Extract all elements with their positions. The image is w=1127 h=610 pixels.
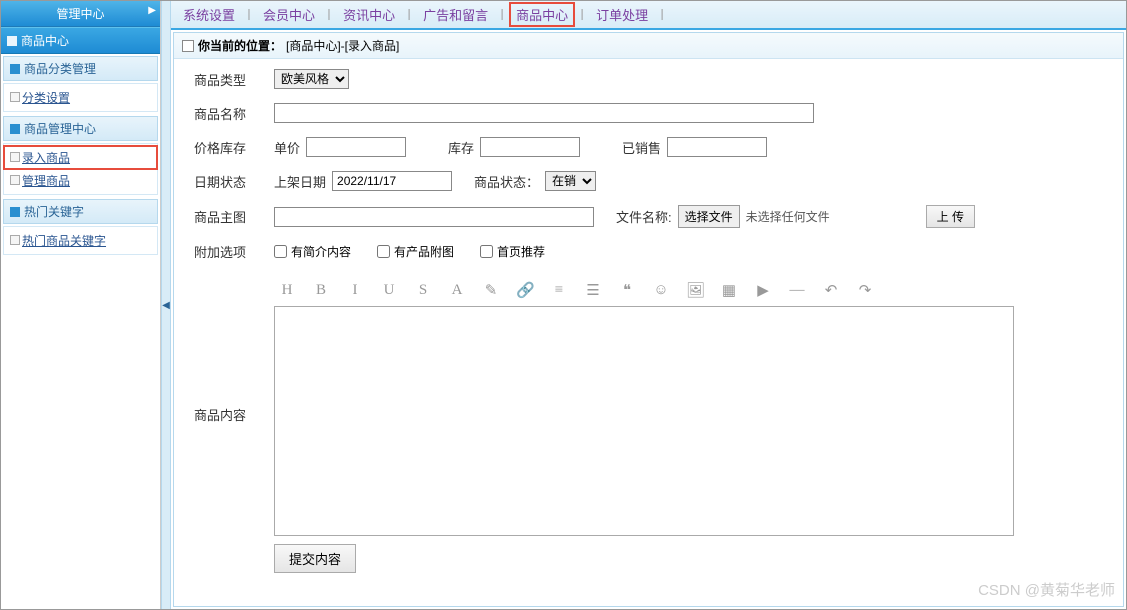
editor-tool-button[interactable]: 🔗 xyxy=(516,281,534,300)
select-status[interactable]: 在销 xyxy=(545,171,596,191)
editor-tool-button[interactable]: U xyxy=(380,282,398,299)
nav-item[interactable]: 订单处理 xyxy=(592,5,652,24)
editor-tool-button[interactable]: ☺ xyxy=(652,282,670,299)
nav-item[interactable]: 商品中心 xyxy=(512,5,572,24)
cb-intro[interactable] xyxy=(274,245,287,258)
editor-tool-button[interactable]: B xyxy=(312,282,330,299)
sidebar-group-header[interactable]: 商品分类管理 xyxy=(3,56,158,81)
sidebar-section-title[interactable]: 商品中心 xyxy=(1,27,160,54)
input-price[interactable] xyxy=(306,137,406,157)
breadcrumb: 你当前的位置： [商品中心]-[录入商品] xyxy=(174,33,1123,59)
label-onshelf: 上架日期 xyxy=(274,172,326,191)
label-sold: 已销售 xyxy=(622,138,661,157)
label-status: 商品状态： xyxy=(474,172,539,191)
nav-separator: 丨 xyxy=(656,6,668,23)
label-content: 商品内容 xyxy=(194,405,274,424)
nav-separator: 丨 xyxy=(243,6,255,23)
sidebar-title: 管理中心 xyxy=(56,7,104,21)
content-wrap: 你当前的位置： [商品中心]-[录入商品] 商品类型 欧美风格 商品名称 xyxy=(173,32,1124,607)
file-status-text: 未选择任何文件 xyxy=(746,208,830,225)
input-sold[interactable] xyxy=(667,137,767,157)
sidebar-item[interactable]: 分类设置 xyxy=(4,86,157,109)
cb-home-label: 首页推荐 xyxy=(497,243,545,260)
top-nav: 系统设置丨会员中心丨资讯中心丨广告和留言丨商品中心丨订单处理丨 xyxy=(171,1,1126,30)
editor-tool-button[interactable]: I xyxy=(346,282,364,299)
label-file-name: 文件名称: xyxy=(616,207,672,226)
grid-icon xyxy=(7,36,17,46)
input-stock[interactable] xyxy=(480,137,580,157)
section-label: 商品中心 xyxy=(21,32,69,49)
editor-tool-button[interactable]: H xyxy=(278,282,296,299)
label-stock: 库存 xyxy=(448,138,474,157)
nav-item[interactable]: 会员中心 xyxy=(259,5,319,24)
main-area: 系统设置丨会员中心丨资讯中心丨广告和留言丨商品中心丨订单处理丨 你当前的位置： … xyxy=(171,1,1126,609)
square-icon xyxy=(10,124,20,134)
editor-tool-button[interactable]: ↶ xyxy=(822,281,840,300)
editor-tool-button[interactable]: ≡ xyxy=(550,282,568,299)
editor-tool-button[interactable]: S xyxy=(414,282,432,299)
label-date-status: 日期状态 xyxy=(194,172,274,191)
label-product-name: 商品名称 xyxy=(194,104,274,123)
square-icon xyxy=(10,64,20,74)
breadcrumb-path: [商品中心]-[录入商品] xyxy=(286,37,399,54)
nav-separator: 丨 xyxy=(576,6,588,23)
editor-tool-button[interactable]: ▶ xyxy=(754,281,772,300)
group-title: 热门关键字 xyxy=(24,203,84,220)
group-title: 商品分类管理 xyxy=(24,60,96,77)
breadcrumb-prefix: 你当前的位置： xyxy=(198,37,282,54)
nav-item[interactable]: 广告和留言 xyxy=(419,5,492,24)
collapse-bar[interactable]: ◀ xyxy=(161,1,171,609)
label-price-stock: 价格库存 xyxy=(194,138,274,157)
cb-intro-wrap[interactable]: 有简介内容 xyxy=(274,243,351,260)
editor-tool-button[interactable]: ❝ xyxy=(618,281,636,300)
sidebar-item[interactable]: 管理商品 xyxy=(4,169,157,192)
input-onshelf-date[interactable] xyxy=(332,171,452,191)
nav-separator: 丨 xyxy=(323,6,335,23)
sidebar: 管理中心 ▶ 商品中心 商品分类管理分类设置商品管理中心录入商品管理商品热门关键… xyxy=(1,1,161,609)
label-main-image: 商品主图 xyxy=(194,207,274,226)
cb-attach-label: 有产品附图 xyxy=(394,243,454,260)
nav-item[interactable]: 系统设置 xyxy=(179,5,239,24)
sidebar-header: 管理中心 ▶ xyxy=(1,1,160,27)
editor-tool-button[interactable]: — xyxy=(788,282,806,299)
nav-separator: 丨 xyxy=(496,6,508,23)
label-price: 单价 xyxy=(274,138,300,157)
cb-home[interactable] xyxy=(480,245,493,258)
cb-attach-wrap[interactable]: 有产品附图 xyxy=(377,243,454,260)
editor-toolbar: HBIUSA ✎ 🔗 ≡ ☰ ❝ ☺ 🖼 ▦ ▶ — ↶ ↷ xyxy=(274,275,1014,306)
sidebar-item[interactable]: 录入商品 xyxy=(4,146,157,169)
sidebar-group-header[interactable]: 热门关键字 xyxy=(3,199,158,224)
input-product-name[interactable] xyxy=(274,103,814,123)
label-product-type: 商品类型 xyxy=(194,70,274,89)
upload-button[interactable]: 上 传 xyxy=(926,205,975,228)
editor-tool-button[interactable]: A xyxy=(448,282,466,299)
expand-icon[interactable]: ▶ xyxy=(148,5,156,16)
form-area: 商品类型 欧美风格 商品名称 价格库存 xyxy=(174,59,1123,583)
editor-tool-button[interactable]: ↷ xyxy=(856,281,874,300)
editor-textarea[interactable] xyxy=(274,306,1014,536)
select-product-type[interactable]: 欧美风格 xyxy=(274,69,349,89)
chevron-left-icon: ◀ xyxy=(162,300,170,311)
editor-tool-button[interactable]: ☰ xyxy=(584,281,602,300)
choose-file-button[interactable]: 选择文件 xyxy=(678,205,740,228)
doc-icon xyxy=(182,40,194,52)
label-extra: 附加选项 xyxy=(194,242,274,261)
editor-tool-button[interactable]: 🖼 xyxy=(686,281,704,300)
nav-item[interactable]: 资讯中心 xyxy=(339,5,399,24)
submit-button[interactable]: 提交内容 xyxy=(274,544,356,573)
group-title: 商品管理中心 xyxy=(24,120,96,137)
square-icon xyxy=(10,207,20,217)
cb-intro-label: 有简介内容 xyxy=(291,243,351,260)
editor-tool-button[interactable]: ▦ xyxy=(720,281,738,300)
input-main-image[interactable] xyxy=(274,207,594,227)
sidebar-item[interactable]: 热门商品关键字 xyxy=(4,229,157,252)
editor-tool-button[interactable]: ✎ xyxy=(482,281,500,300)
nav-separator: 丨 xyxy=(403,6,415,23)
sidebar-group-header[interactable]: 商品管理中心 xyxy=(3,116,158,141)
cb-attach[interactable] xyxy=(377,245,390,258)
cb-home-wrap[interactable]: 首页推荐 xyxy=(480,243,545,260)
